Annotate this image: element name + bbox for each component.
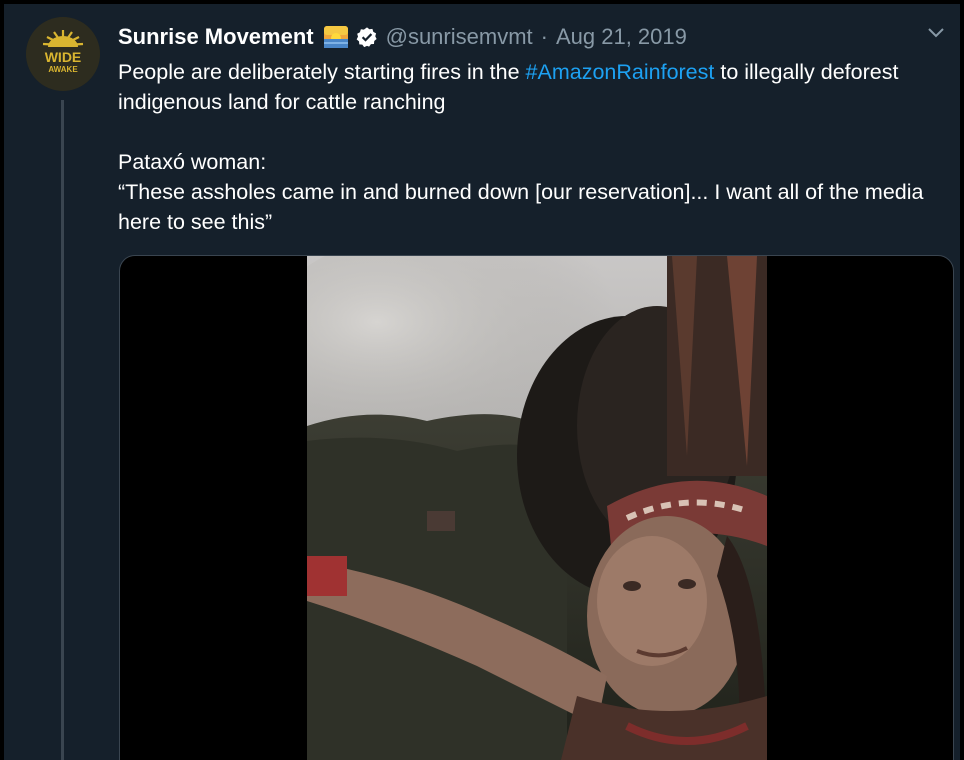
- quote-text: “These assholes came in and burned down …: [118, 180, 924, 234]
- chevron-down-icon[interactable]: [926, 26, 946, 40]
- tweet-text: People are deliberately starting fires i…: [118, 57, 953, 237]
- tweet-date[interactable]: Aug 21, 2019: [556, 24, 687, 50]
- author-name[interactable]: Sunrise Movement: [118, 24, 314, 50]
- avatar[interactable]: WIDE AWAKE: [26, 17, 100, 91]
- avatar-text-bottom: AWAKE: [48, 65, 78, 74]
- sunrise-emoji-icon: [323, 25, 349, 49]
- author-handle[interactable]: @sunrisemvmt: [386, 24, 533, 50]
- text-before-hashtag: People are deliberately starting fires i…: [118, 60, 526, 84]
- tweet-card[interactable]: WIDE AWAKE Sunrise Movement @sunrisemvmt…: [4, 4, 960, 760]
- hashtag-link[interactable]: #AmazonRainforest: [526, 60, 715, 84]
- tweet-header: Sunrise Movement @sunrisemvmt · Aug 21, …: [118, 22, 687, 52]
- quote-attribution: Pataxó woman:: [118, 150, 267, 174]
- separator-dot: ·: [540, 24, 548, 49]
- verified-badge-icon: [356, 26, 378, 48]
- tweet-text-paragraph-1: People are deliberately starting fires i…: [118, 57, 953, 117]
- video-thumbnail[interactable]: [307, 256, 767, 760]
- avatar-logo: WIDE AWAKE: [26, 17, 100, 91]
- thread-line: [61, 100, 64, 760]
- video-player[interactable]: [119, 255, 954, 760]
- avatar-text-top: WIDE: [45, 49, 82, 65]
